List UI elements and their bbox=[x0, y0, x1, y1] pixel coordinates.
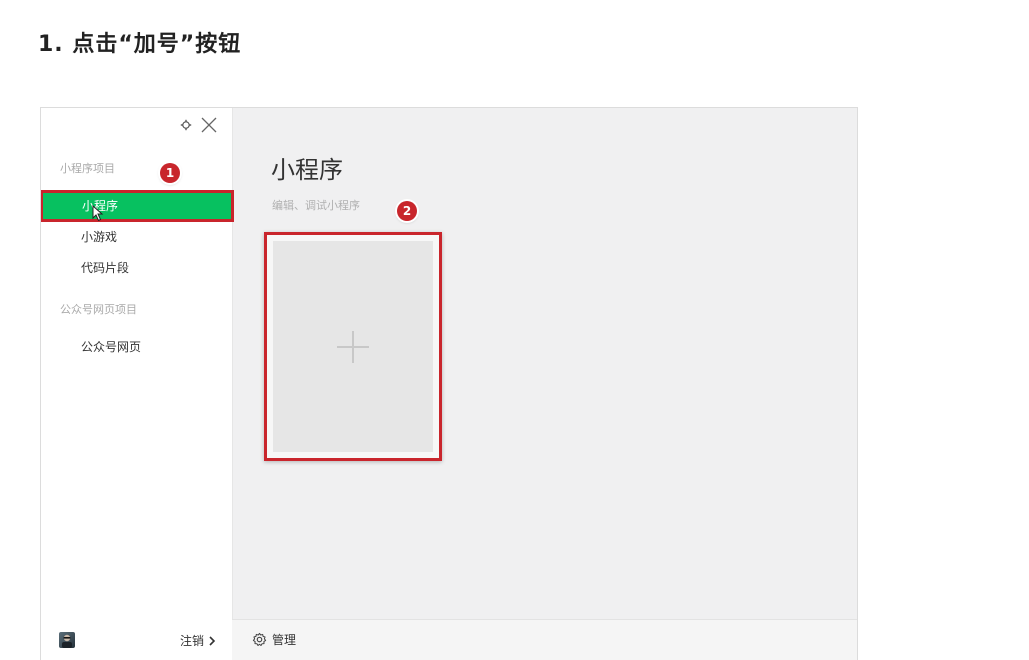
sidebar-item-miniprogram[interactable]: 小程序 bbox=[41, 190, 234, 222]
chevron-right-icon bbox=[209, 635, 216, 646]
section-label-miniprogram: 小程序项目 bbox=[60, 162, 115, 175]
add-project-button[interactable] bbox=[273, 241, 433, 452]
sidebar-item-official-webpage[interactable]: 公众号网页 bbox=[41, 333, 232, 361]
user-row: 注销 bbox=[41, 620, 232, 660]
section-label-webpage: 公众号网页项目 bbox=[60, 303, 137, 316]
bottom-bar: 管理 bbox=[232, 619, 857, 660]
gear-icon bbox=[252, 632, 267, 647]
plus-icon bbox=[337, 330, 369, 363]
sidebar: 小程序项目 小程序 小游戏 代码片段 公众号网页项目 公众号网页 1 注销 bbox=[41, 108, 234, 660]
main-panel: 小程序 编辑、调试小程序 2 管理 bbox=[232, 108, 857, 660]
page-title: 小程序 bbox=[271, 156, 343, 184]
doc-heading: 1. 点击“加号”按钮 bbox=[38, 32, 242, 57]
manage-label: 管理 bbox=[272, 633, 297, 647]
sidebar-item-code-snippet[interactable]: 代码片段 bbox=[41, 254, 232, 282]
manage-button[interactable]: 管理 bbox=[252, 631, 296, 648]
devtools-launcher-window: 小程序项目 小程序 小游戏 代码片段 公众号网页项目 公众号网页 1 注销 小程… bbox=[40, 107, 858, 660]
page-subtitle: 编辑、调试小程序 bbox=[272, 199, 360, 212]
close-icon[interactable] bbox=[200, 116, 218, 134]
annotation-badge-1: 1 bbox=[160, 163, 180, 183]
add-project-card[interactable] bbox=[264, 232, 442, 461]
avatar[interactable] bbox=[59, 632, 75, 648]
cursor-icon bbox=[92, 205, 104, 222]
annotation-badge-2: 2 bbox=[397, 201, 417, 221]
logout-link[interactable]: 注销 bbox=[180, 632, 216, 649]
settings-icon[interactable] bbox=[180, 119, 192, 131]
logout-label: 注销 bbox=[179, 634, 204, 648]
sidebar-item-minigame[interactable]: 小游戏 bbox=[41, 223, 232, 251]
window-controls bbox=[180, 116, 218, 134]
